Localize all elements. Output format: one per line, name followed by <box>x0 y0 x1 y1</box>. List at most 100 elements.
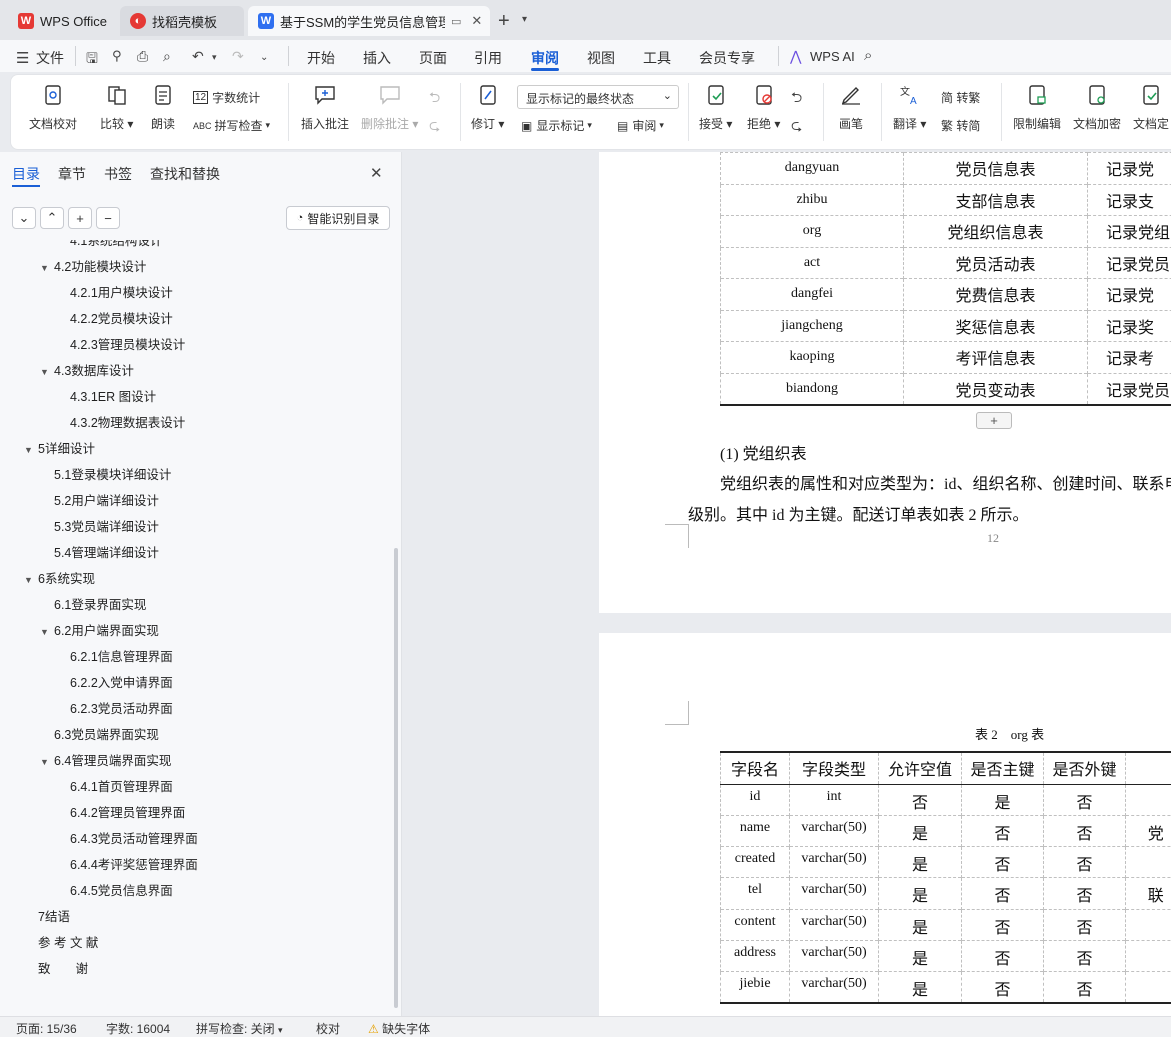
table-header-cell[interactable]: 字段类型 <box>789 752 879 784</box>
table-header-cell[interactable]: 是否主键 <box>961 752 1044 784</box>
table-cell[interactable]: 党员变动表 <box>903 372 1088 405</box>
delete-comment-button[interactable]: 删除批注 ▾ <box>361 83 418 132</box>
toc-item[interactable]: ▼ 5详细设计 <box>24 438 95 457</box>
tab-wps-office[interactable]: W WPS Office <box>8 6 116 36</box>
spell-check-status[interactable]: 拼写检查: 关闭 ▾ <box>196 1020 283 1037</box>
table-cell[interactable]: 否 <box>961 908 1044 941</box>
table-cell[interactable] <box>1125 846 1171 878</box>
table-cell[interactable]: 否 <box>961 877 1044 910</box>
table-cell[interactable] <box>1125 971 1171 1004</box>
table-cell[interactable]: jiangcheng <box>720 309 904 342</box>
table-cell[interactable]: 否 <box>961 971 1044 1004</box>
toc-item[interactable]: 6.4.2管理员管理界面 <box>56 802 185 821</box>
table-cell[interactable] <box>1125 783 1171 816</box>
missing-font-status[interactable]: ⚠ 缺失字体 <box>368 1020 430 1037</box>
table-cell[interactable]: address <box>720 939 790 972</box>
compare-button[interactable]: 比较 ▾ <box>100 83 133 132</box>
undo-chevron-icon[interactable]: ▾ <box>212 52 217 63</box>
reject-button[interactable]: 拒绝 ▾ <box>747 83 780 132</box>
toc-item[interactable]: 6.4.3党员活动管理界面 <box>56 828 198 847</box>
restrict-edit-button[interactable]: 限制编辑 <box>1013 83 1061 132</box>
table-cell[interactable]: varchar(50) <box>789 877 879 910</box>
menu-insert[interactable]: 插入 <box>363 48 391 68</box>
spell-check-button[interactable]: ABC 拼写检查 ▾ <box>193 117 270 134</box>
next-change-icon[interactable]: ⮎ <box>791 115 802 139</box>
table-cell[interactable]: 是 <box>878 908 962 941</box>
table-cell[interactable]: 是 <box>878 814 962 847</box>
toc-item[interactable]: 4.2.2党员模块设计 <box>56 308 173 327</box>
table-cell[interactable]: 联 <box>1125 877 1171 910</box>
table-cell[interactable]: 是 <box>961 783 1044 816</box>
close-pane-icon[interactable]: ✕ <box>370 164 383 182</box>
word-count-button[interactable]: 12 字数统计 <box>193 89 260 106</box>
expand-triangle-icon[interactable]: ▼ <box>40 627 54 637</box>
table-cell[interactable]: 党员活动表 <box>903 246 1088 279</box>
toc-item[interactable]: 7结语 <box>24 906 70 925</box>
menu-member[interactable]: 会员专享 <box>699 48 755 68</box>
table-cell[interactable]: content <box>720 908 790 941</box>
print-icon[interactable]: ⎙ <box>137 48 148 65</box>
doc-check-button[interactable]: 文档校对 <box>29 83 77 132</box>
table-cell[interactable]: 记录考 <box>1087 341 1171 373</box>
table-cell[interactable]: 党员信息表 <box>903 152 1088 184</box>
table-cell[interactable]: 否 <box>961 814 1044 847</box>
toc-item[interactable]: 5.2用户端详细设计 <box>40 490 159 509</box>
toc-item[interactable]: 6.1登录界面实现 <box>40 594 146 613</box>
toc-item[interactable]: 参 考 文 献 <box>24 932 98 951</box>
toc-item[interactable]: 5.1登录模块详细设计 <box>40 464 171 483</box>
toc-item[interactable]: 5.4管理端详细设计 <box>40 542 159 561</box>
table-cell[interactable]: 记录党员 <box>1087 372 1171 405</box>
table-header-cell[interactable]: 是否外键 <box>1043 752 1126 784</box>
remove-heading-button[interactable]: − <box>96 207 120 229</box>
expand-triangle-icon[interactable]: ▼ <box>24 445 38 455</box>
review-pane-button[interactable]: ▤ 审阅 ▾ <box>617 117 664 134</box>
table-cell[interactable]: 考评信息表 <box>903 341 1088 373</box>
table-cell[interactable]: 党组织信息表 <box>903 215 1088 247</box>
next-comment-icon[interactable]: ⮎ <box>429 115 440 139</box>
table-cell[interactable]: 记录党 <box>1087 152 1171 184</box>
insert-comment-button[interactable]: 插入批注 <box>301 83 349 132</box>
table-cell[interactable]: 奖惩信息表 <box>903 309 1088 342</box>
undo-icon[interactable]: ↶ <box>192 48 204 65</box>
encrypt-doc-button[interactable]: 文档加密 <box>1073 83 1121 132</box>
table-cell[interactable]: 是 <box>878 877 962 910</box>
expand-triangle-icon[interactable]: ▼ <box>24 575 38 585</box>
more-chevron-icon[interactable]: ⌄ <box>260 52 268 63</box>
table-cell[interactable]: 是 <box>878 939 962 972</box>
table-cell[interactable]: 否 <box>1043 971 1126 1004</box>
table-cell[interactable]: 党费信息表 <box>903 278 1088 310</box>
hamburger-icon[interactable]: ☰ <box>16 49 29 67</box>
table-cell[interactable]: 否 <box>1043 939 1126 972</box>
translate-button[interactable]: 文A 翻译 ▾ <box>893 83 926 132</box>
table-header-cell[interactable]: 字段名 <box>720 752 790 784</box>
finalize-doc-button[interactable]: 文档定 <box>1133 83 1169 132</box>
tab-sections[interactable]: 章节 <box>58 164 86 184</box>
table-cell[interactable]: 否 <box>878 783 962 816</box>
tab-toc[interactable]: 目录 <box>12 164 40 184</box>
toc-item[interactable]: 4.2.1用户模块设计 <box>56 282 173 301</box>
table-cell[interactable]: varchar(50) <box>789 971 879 1004</box>
tab-docer-templates[interactable]: ◐ 找稻壳模板 <box>120 6 244 36</box>
prev-change-icon[interactable]: ⮌ <box>791 87 802 111</box>
toc-item[interactable]: 4.2.3管理员模块设计 <box>56 334 185 353</box>
toc-item[interactable]: 6.4.5党员信息界面 <box>56 880 173 899</box>
table-cell[interactable]: 记录党组 <box>1087 215 1171 247</box>
table-cell[interactable]: 否 <box>961 846 1044 878</box>
table-cell[interactable]: tel <box>720 877 790 910</box>
table-cell[interactable]: 支部信息表 <box>903 183 1088 216</box>
toc-item[interactable]: 致 谢 <box>24 958 88 977</box>
menu-tools[interactable]: 工具 <box>643 48 671 68</box>
menu-view[interactable]: 视图 <box>587 48 615 68</box>
markup-state-select[interactable]: 显示标记的最终状态 ⌄ <box>517 85 679 109</box>
proofread-status[interactable]: 校对 <box>316 1020 340 1037</box>
table-cell[interactable]: 否 <box>1043 783 1126 816</box>
menu-page[interactable]: 页面 <box>419 48 447 68</box>
menu-review[interactable]: 审阅 <box>531 48 559 68</box>
table-cell[interactable]: varchar(50) <box>789 939 879 972</box>
toc-item[interactable]: 5.3党员端详细设计 <box>40 516 159 535</box>
tab-document[interactable]: W 基于SSM的学生党员信息管理 ▭ ✕ <box>248 6 490 36</box>
toc-scrollbar[interactable] <box>394 548 398 1008</box>
accept-button[interactable]: 接受 ▾ <box>699 83 732 132</box>
save-icon[interactable]: 🖫 <box>86 48 98 72</box>
page-indicator[interactable]: 页面: 15/36 <box>16 1020 77 1037</box>
